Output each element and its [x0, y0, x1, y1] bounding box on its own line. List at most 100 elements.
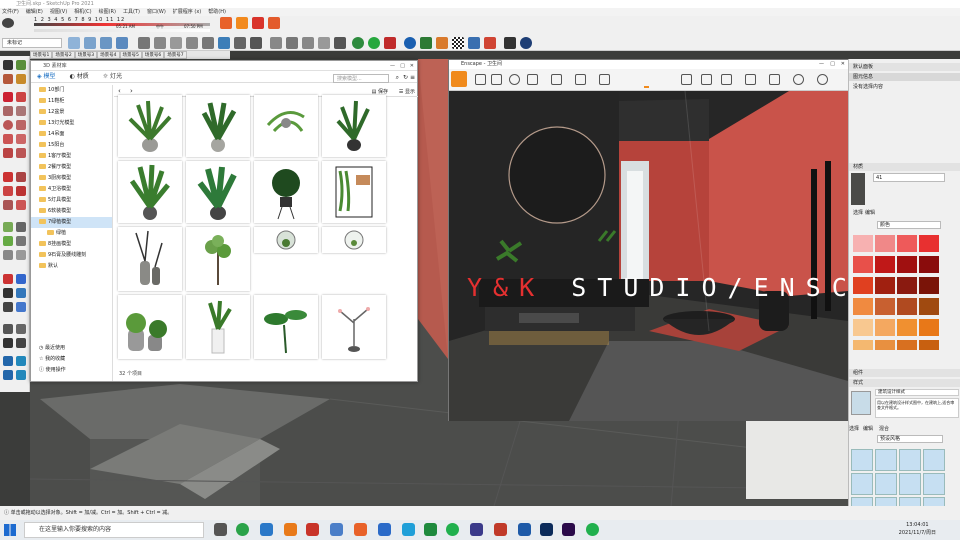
color-swatch[interactable]: [853, 340, 873, 350]
color-swatch[interactable]: [875, 277, 895, 294]
tray-header[interactable]: 默认面板: [849, 63, 960, 71]
folder-item[interactable]: 2餐厅模型: [31, 162, 112, 173]
color-swatch[interactable]: [919, 235, 939, 252]
plant-thumbnail[interactable]: [322, 295, 386, 359]
color-swatch[interactable]: [875, 340, 895, 350]
add-icon[interactable]: [404, 37, 416, 49]
photoshop-icon[interactable]: [540, 523, 553, 536]
asset-library-icon[interactable]: [475, 74, 486, 85]
app2-icon[interactable]: [378, 523, 391, 536]
xray-icon[interactable]: [218, 37, 230, 49]
app7-icon[interactable]: [518, 523, 531, 536]
arc-tool-icon[interactable]: [3, 134, 13, 144]
polygon-tool-icon[interactable]: [16, 120, 26, 130]
premiere-icon[interactable]: [562, 523, 575, 536]
expand-chevron-icon[interactable]: [644, 86, 649, 89]
info-icon[interactable]: [520, 37, 532, 49]
line-tool-icon[interactable]: [3, 92, 13, 102]
plant-thumbnail[interactable]: [118, 95, 182, 157]
folder-item[interactable]: 13灯光模型: [31, 118, 112, 129]
move-tool-icon[interactable]: [3, 172, 13, 182]
color-swatch[interactable]: [919, 256, 939, 273]
plant-thumbnail[interactable]: [322, 95, 386, 157]
sandbox3-tool-icon[interactable]: [3, 370, 13, 380]
sun-time-slider[interactable]: [34, 29, 210, 32]
tab-models[interactable]: ◈ 模型: [37, 71, 56, 82]
color-swatch[interactable]: [897, 319, 917, 336]
house2-icon[interactable]: [286, 37, 298, 49]
enscape-view-icon[interactable]: [252, 17, 264, 29]
orbit-icon[interactable]: [68, 37, 80, 49]
folder-item[interactable]: 11鞋柜: [31, 96, 112, 107]
camera-icon[interactable]: [352, 37, 364, 49]
materials-header[interactable]: 材质: [849, 163, 960, 171]
task-view-icon[interactable]: [214, 523, 227, 536]
walk-tool-icon[interactable]: [3, 338, 13, 348]
plant-thumbnail[interactable]: [186, 227, 250, 291]
folder-item[interactable]: 9石膏及腰线雕刻: [31, 250, 112, 261]
color-swatch[interactable]: [897, 340, 917, 350]
close-icon[interactable]: ✕: [841, 60, 845, 69]
section-tool-icon[interactable]: [16, 338, 26, 348]
iso-view-icon[interactable]: [138, 37, 150, 49]
camera-icon[interactable]: [769, 74, 780, 85]
plant-thumbnail[interactable]: [254, 95, 318, 157]
plant-thumbnail[interactable]: [118, 295, 182, 359]
arc2-tool-icon[interactable]: [16, 134, 26, 144]
enscape-taskbar-icon[interactable]: [354, 523, 367, 536]
select-tab[interactable]: 选择: [853, 209, 863, 216]
recent-link[interactable]: ◷ 最近使用: [31, 343, 113, 354]
rotated-rect-tool-icon[interactable]: [16, 106, 26, 116]
taskbar-clock[interactable]: 13:04:01 2021/11/7/周日: [899, 521, 936, 537]
style-item[interactable]: [851, 449, 873, 471]
circle-tool-icon[interactable]: [3, 120, 13, 130]
tab-materials[interactable]: ◐ 材质: [70, 71, 89, 82]
folder-item[interactable]: 1客厅模型: [31, 151, 112, 162]
help-icon[interactable]: [817, 74, 828, 85]
scene-tab-4[interactable]: 场景号4: [97, 51, 120, 59]
screenshot-icon[interactable]: [527, 74, 538, 85]
color-swatch[interactable]: [853, 256, 873, 273]
color-swatch[interactable]: [897, 277, 917, 294]
style-item[interactable]: [899, 449, 921, 471]
bucket-tool-icon[interactable]: [16, 74, 26, 84]
checker-icon[interactable]: [452, 37, 464, 49]
zoom-extents-tool-icon[interactable]: [3, 302, 13, 312]
tag-select[interactable]: 未标记: [2, 38, 62, 48]
usage-link[interactable]: ⓘ 使用操作: [31, 365, 113, 376]
sandbox4-tool-icon[interactable]: [16, 370, 26, 380]
position-camera-tool-icon[interactable]: [3, 324, 13, 334]
freehand-tool-icon[interactable]: [16, 92, 26, 102]
material-editor-icon[interactable]: [745, 74, 756, 85]
app-blue-icon[interactable]: [260, 523, 273, 536]
sandbox2-tool-icon[interactable]: [16, 356, 26, 366]
menu-help[interactable]: 帮助(H): [208, 8, 226, 16]
cube-icon[interactable]: [468, 37, 480, 49]
capture-icon[interactable]: [701, 74, 712, 85]
plant-thumbnail[interactable]: [186, 95, 250, 157]
favorites-link[interactable]: ☆ 我的收藏: [31, 354, 113, 365]
zoom-extents-icon[interactable]: [116, 37, 128, 49]
menu-file[interactable]: 文件(F): [2, 8, 19, 16]
taskbar-search-input[interactable]: 在这里输入你要搜索的内容: [24, 522, 204, 538]
app5-icon[interactable]: [470, 523, 483, 536]
style-item[interactable]: [923, 449, 945, 471]
enscape-start-icon[interactable]: [220, 17, 232, 29]
menu-edit[interactable]: 编辑(E): [26, 8, 43, 16]
styles-header[interactable]: 样式: [849, 379, 960, 387]
menu-icon[interactable]: ≡: [410, 74, 415, 81]
styles-select-tab[interactable]: 选择: [849, 425, 859, 432]
style-item[interactable]: [851, 473, 873, 495]
sandbox-tool-icon[interactable]: [3, 356, 13, 366]
wireframe-icon[interactable]: [234, 37, 246, 49]
folder-item[interactable]: 默认: [31, 261, 112, 272]
dimension-tool-icon[interactable]: [16, 222, 26, 232]
gear-icon[interactable]: [484, 37, 496, 49]
refresh-icon[interactable]: [368, 37, 380, 49]
color-swatch[interactable]: [875, 298, 895, 315]
color-swatch[interactable]: [919, 298, 939, 315]
plant-thumbnail[interactable]: [186, 295, 250, 359]
tree-icon[interactable]: [420, 37, 432, 49]
search-icon[interactable]: ⌕: [396, 74, 399, 82]
tape-tool-icon[interactable]: [3, 222, 13, 232]
